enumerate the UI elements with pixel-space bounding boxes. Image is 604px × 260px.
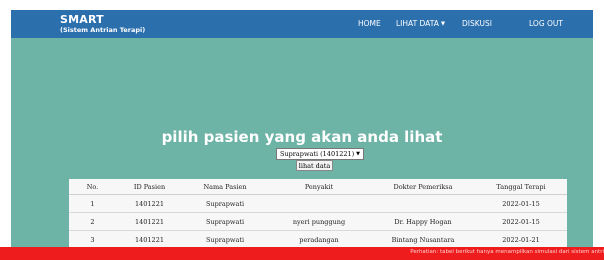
cell-tanggal-terapi: 2022-01-15 (475, 212, 567, 231)
footer-notice-bar: Perhatian: tabel berikut hanya menampilk… (0, 247, 604, 260)
brand-title: SMART (60, 13, 104, 26)
table-row: 2 1401221 Suprapwati nyeri punggung Dr. … (69, 212, 567, 231)
top-navbar: SMART (Sistem Antrian Terapi) HOME LIHAT… (11, 10, 593, 38)
lihat-data-button[interactable]: lihat data (296, 160, 333, 171)
nav-logout-link[interactable]: LOG OUT (529, 19, 563, 28)
brand-subtitle: (Sistem Antrian Terapi) (60, 26, 146, 34)
brand-logo[interactable]: SMART (Sistem Antrian Terapi) (60, 14, 145, 35)
cell-dokter-pemeriksa: Bintang Nusantara (371, 230, 475, 249)
patient-data-table: No. ID Pasien Nama Pasien Penyakit Dokte… (69, 179, 567, 249)
column-header-nama-pasien: Nama Pasien (183, 179, 267, 195)
table-row: 1 1401221 Suprapwati 2022-01-15 (69, 194, 567, 213)
cell-dokter-pemeriksa (371, 194, 475, 213)
patient-select-value: Suprapwati (1401221) (280, 150, 355, 158)
nav-diskusi-link[interactable]: DISKUSI (462, 19, 492, 28)
cell-no: 2 (69, 212, 116, 231)
patient-select[interactable]: Suprapwati (1401221) ▼ (276, 148, 365, 160)
nav-home-link[interactable]: HOME (358, 19, 381, 28)
nav-lihat-data-dropdown[interactable]: LIHAT DATA ▼ (396, 19, 445, 30)
cell-id-pasien: 1401221 (116, 194, 183, 213)
column-header-id-pasien: ID Pasien (116, 179, 183, 195)
cell-penyakit: peradangan (267, 230, 371, 249)
app-frame: SMART (Sistem Antrian Terapi) HOME LIHAT… (11, 10, 593, 257)
cell-no: 1 (69, 194, 116, 213)
caret-down-icon: ▼ (440, 21, 446, 27)
cell-tanggal-terapi: 2022-01-21 (475, 230, 567, 249)
chevron-down-icon: ▼ (356, 151, 361, 157)
cell-id-pasien: 1401221 (116, 230, 183, 249)
footer-notice-text: Perhatian: tabel berikut hanya menampilk… (410, 249, 604, 255)
cell-id-pasien: 1401221 (116, 212, 183, 231)
nav-lihat-data-label: LIHAT DATA (396, 19, 439, 28)
cell-nama-pasien: Suprapwati (183, 230, 267, 249)
column-header-dokter-pemeriksa: Dokter Pemeriksa (371, 179, 475, 195)
column-header-tanggal-terapi: Tanggal Terapi (475, 179, 567, 195)
cell-nama-pasien: Suprapwati (183, 212, 267, 231)
cell-dokter-pemeriksa: Dr. Happy Hogan (371, 212, 475, 231)
table-header-row: No. ID Pasien Nama Pasien Penyakit Dokte… (69, 179, 567, 195)
cell-penyakit: nyeri punggung (267, 212, 371, 231)
cell-no: 3 (69, 230, 116, 249)
page-heading: pilih pasien yang akan anda lihat (161, 128, 443, 146)
table-row: 3 1401221 Suprapwati peradangan Bintang … (69, 230, 567, 249)
cell-nama-pasien: Suprapwati (183, 194, 267, 213)
column-header-no: No. (69, 179, 116, 195)
column-header-penyakit: Penyakit (267, 179, 371, 195)
cell-tanggal-terapi: 2022-01-15 (475, 194, 567, 213)
cell-penyakit (267, 194, 371, 213)
